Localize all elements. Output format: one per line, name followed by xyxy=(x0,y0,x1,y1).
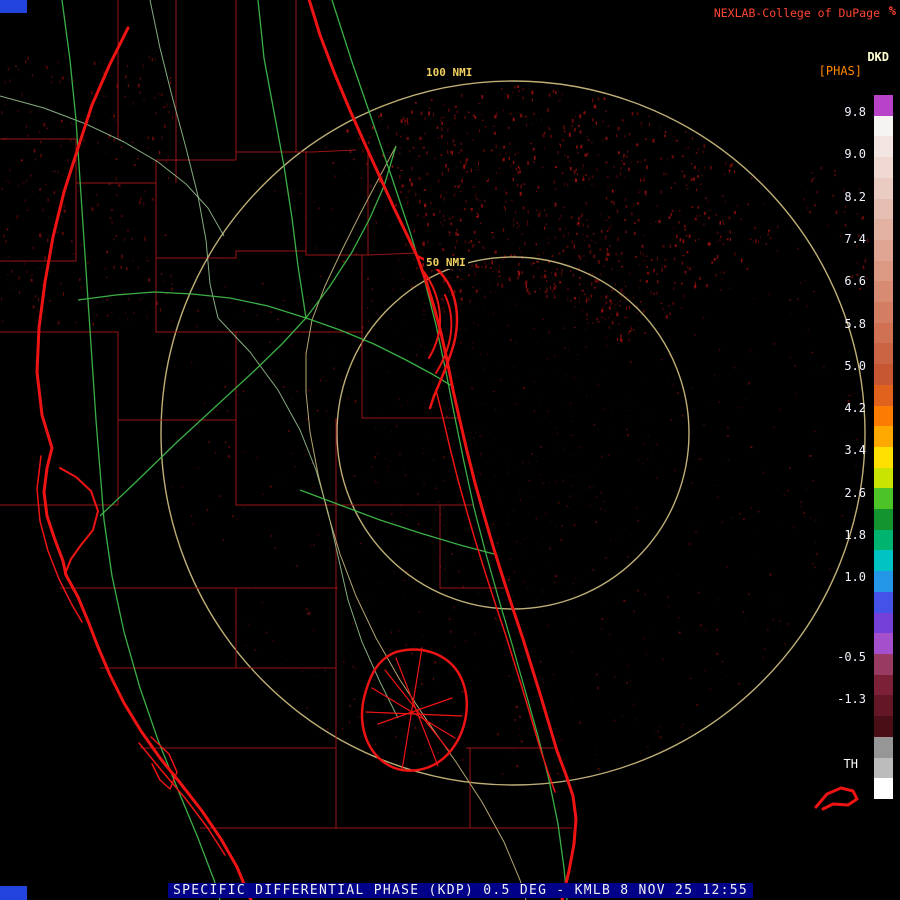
colorbar-segment xyxy=(874,95,893,116)
product-code-label: DKD xyxy=(867,50,889,64)
colorbar-threshold-label: TH xyxy=(843,757,858,771)
range-ring-50nmi xyxy=(336,256,690,610)
pinellas-barrier-islands xyxy=(36,455,83,623)
colorbar-segment xyxy=(874,633,893,654)
colorbar-segment xyxy=(874,219,893,240)
tampa-bay xyxy=(59,467,99,575)
colorbar-tick: -1.3 xyxy=(837,692,866,706)
colorbar-tick: 2.6 xyxy=(844,486,866,500)
colorbar-segment xyxy=(874,509,893,530)
colorbar-segment xyxy=(874,695,893,717)
radar-display: 100 NMI 50 NMI NEXLAB-College of DuPage … xyxy=(0,0,900,900)
colorbar-segment xyxy=(874,529,893,551)
colorbar-segment xyxy=(874,343,893,365)
colorbar-tick: -0.5 xyxy=(837,650,866,664)
status-bar: SPECIFIC DIFFERENTIAL PHASE (KDP) 0.5 DE… xyxy=(168,883,753,898)
range-rings xyxy=(160,80,866,786)
range-ring-label-50nmi: 50 NMI xyxy=(424,256,468,269)
lake-okeechobee xyxy=(360,648,469,772)
colorbar-segment xyxy=(874,136,893,158)
west-coastline xyxy=(35,26,253,900)
highways-green xyxy=(61,0,568,900)
us-192 xyxy=(299,489,495,555)
colorbar-segment xyxy=(874,488,893,510)
colorbar-tick: 8.2 xyxy=(844,190,866,204)
colorbar-segment xyxy=(874,260,893,282)
road-central-south xyxy=(217,317,399,719)
corner-mark-bottom-left xyxy=(0,886,27,900)
colorbar-segment xyxy=(874,426,893,447)
colorbar-segment xyxy=(874,736,893,758)
colorbar-segment xyxy=(874,612,893,634)
colorbar-tick: 7.4 xyxy=(844,232,866,246)
colorbar-tick: 5.8 xyxy=(844,317,866,331)
colorbar-tick: 3.4 xyxy=(844,443,866,457)
coastlines xyxy=(35,0,859,900)
florida-turnpike xyxy=(305,145,527,900)
colorbar-segment xyxy=(874,571,893,592)
highways-tan xyxy=(305,145,527,900)
radar-map xyxy=(0,0,869,900)
road-north-central xyxy=(149,0,219,319)
colorbar-segment xyxy=(874,177,893,199)
interstate-95 xyxy=(331,0,568,900)
colorbar-segment xyxy=(874,322,893,344)
colorbar-segment xyxy=(874,157,893,178)
colorbar-tick: 9.0 xyxy=(844,147,866,161)
corner-mark-top-left xyxy=(0,0,27,13)
colorbar-segment xyxy=(874,550,893,572)
colorbar-segment xyxy=(874,115,893,137)
colorbar-segment xyxy=(874,757,893,779)
range-ring-100nmi xyxy=(160,80,866,786)
colorbar-segment xyxy=(874,405,893,427)
road-east-west xyxy=(77,291,307,319)
colorbar-tick: 5.0 xyxy=(844,359,866,373)
colorbar-tick: 9.8 xyxy=(844,105,866,119)
brand-logo-icon: % xyxy=(888,4,896,18)
colorbar-tick: 1.8 xyxy=(844,528,866,542)
colorbar-segment xyxy=(874,364,893,385)
colorbar-tick: 6.6 xyxy=(844,274,866,288)
lake-okeechobee-hatch xyxy=(365,647,463,771)
highways-secondary xyxy=(0,0,399,719)
colorbar-segment xyxy=(874,384,893,406)
colorbar-segment xyxy=(874,716,893,737)
colorbar-segment xyxy=(874,239,893,261)
colorbar-tick: 1.0 xyxy=(844,570,866,584)
interstate-75 xyxy=(61,0,221,900)
colorbar-segment xyxy=(874,591,893,613)
colorbar-segment xyxy=(874,674,893,696)
colorbar-segment xyxy=(874,653,893,675)
colorbar-segment xyxy=(874,302,893,323)
colorbar-segment xyxy=(874,198,893,220)
colorbar-segment xyxy=(874,467,893,489)
colorbar-segment xyxy=(874,778,893,799)
colorbar-segment xyxy=(874,446,893,468)
us-441-north xyxy=(257,0,307,319)
colorbar-segment xyxy=(874,281,893,303)
beachline-528 xyxy=(305,317,453,387)
range-ring-label-100nmi: 100 NMI xyxy=(424,66,475,79)
colorbar-tick: 4.2 xyxy=(844,401,866,415)
colorbar xyxy=(874,95,893,799)
